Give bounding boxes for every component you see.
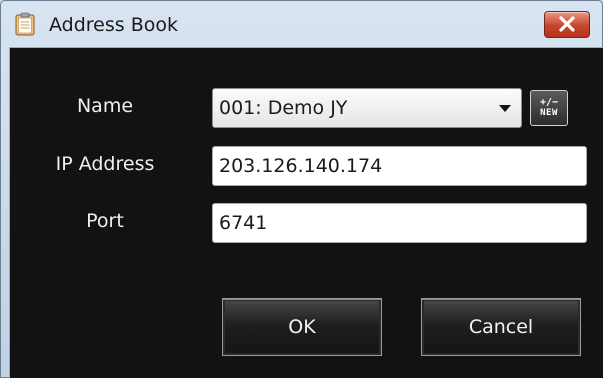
address-book-window: Address Book Name 001: Demo JY +/− NEW I… — [0, 0, 603, 378]
plus-minus-icon: +/− — [539, 97, 559, 108]
chevron-down-icon — [499, 105, 511, 112]
new-entry-button[interactable]: +/− NEW — [530, 90, 568, 126]
clipboard-icon — [15, 12, 35, 36]
cancel-button[interactable]: Cancel — [421, 298, 581, 356]
close-button[interactable] — [544, 11, 590, 38]
ok-button[interactable]: OK — [222, 298, 382, 356]
name-combobox-value: 001: Demo JY — [219, 97, 348, 119]
ip-address-field[interactable]: 203.126.140.174 — [212, 146, 587, 186]
port-label: Port — [86, 210, 124, 232]
close-icon — [559, 16, 575, 32]
new-entry-label: NEW — [540, 108, 558, 118]
name-combobox[interactable]: 001: Demo JY — [212, 88, 522, 128]
name-label: Name — [76, 95, 134, 117]
port-field[interactable]: 6741 — [212, 203, 587, 243]
title-bar[interactable]: Address Book — [1, 1, 602, 47]
dialog-client-area: Name 001: Demo JY +/− NEW IP Address 203… — [9, 47, 603, 378]
ip-address-label: IP Address — [55, 153, 155, 175]
window-title: Address Book — [49, 14, 178, 36]
